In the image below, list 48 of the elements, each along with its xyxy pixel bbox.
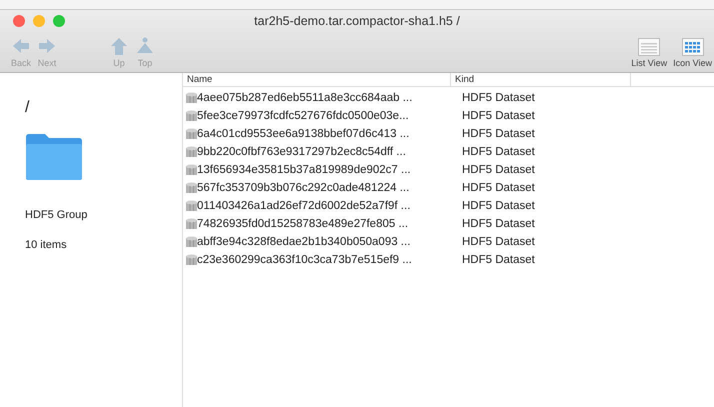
list-view-icon (638, 38, 660, 56)
close-button[interactable] (13, 15, 25, 27)
kind-cell: HDF5 Dataset (462, 92, 535, 104)
kind-cell: HDF5 Dataset (462, 254, 535, 266)
kind-cell: HDF5 Dataset (462, 128, 535, 140)
group-type-label: HDF5 Group (25, 209, 88, 221)
icon-view-icon (682, 38, 704, 56)
name-cell-text: 6a4c01cd9553ee6a9138bbef07d6c413 ... (197, 128, 410, 140)
database-icon (186, 218, 197, 230)
icon-view-button[interactable]: Icon View (673, 38, 712, 68)
name-cell-text: 9bb220c0fbf763e9317297b2ec8c54dff ... (197, 146, 407, 158)
database-icon (186, 164, 197, 176)
kind-cell: HDF5 Dataset (462, 110, 535, 122)
name-cell-text: 74826935fd0d15258783e489e27fe805 ... (197, 218, 410, 230)
kind-cell: HDF5 Dataset (462, 236, 535, 248)
name-cell-text: 011403426a1ad26ef72d6002de52a7f9f ... (197, 200, 412, 212)
list-view-button[interactable]: List View (631, 38, 668, 68)
database-icon (186, 92, 197, 104)
window-title: tar2h5-demo.tar.compactor-sha1.h5 / (253, 14, 461, 28)
kind-cell: HDF5 Dataset (462, 200, 535, 212)
name-cell-text: 5fee3ce79973fcdfc527676fdc0500e03e... (197, 110, 410, 122)
kind-cell: HDF5 Dataset (462, 164, 535, 176)
kind-cell: HDF5 Dataset (462, 182, 535, 194)
name-cell-text: 567fc353709b3b076c292c0ade481224 ... (197, 182, 410, 194)
name-cell-text: c23e360299ca363f10c3ca73b7e515ef9 ... (197, 254, 413, 266)
kind-cell: HDF5 Dataset (462, 218, 535, 230)
folder-icon (25, 133, 83, 181)
item-count-label: 10 items (25, 239, 68, 251)
database-icon (186, 182, 197, 194)
up-arrow-icon (109, 37, 129, 56)
name-cell-text: abff3e94c328f8edae2b1b340b050a093 ... (197, 236, 412, 248)
right-arrow-icon (37, 37, 57, 56)
database-icon (186, 128, 197, 140)
name-cell-text: 4aee075b287ed6eb5511a8e3cc684aab ... (197, 92, 414, 104)
database-icon (186, 236, 197, 248)
database-icon (186, 254, 197, 266)
path-label: / (25, 99, 30, 117)
left-arrow-icon (11, 37, 31, 56)
minimize-button[interactable] (33, 15, 45, 27)
database-icon (186, 110, 197, 122)
column-header[interactable]: Name (183, 73, 451, 86)
zoom-button[interactable] (53, 15, 65, 27)
column-header[interactable]: Kind (451, 73, 631, 86)
top-arrow-icon (135, 37, 155, 56)
database-icon (186, 200, 197, 212)
database-icon (186, 146, 197, 158)
kind-cell: HDF5 Dataset (462, 146, 535, 158)
name-cell-text: 13f656934e35815b37a819989de902c7 ... (197, 164, 412, 176)
